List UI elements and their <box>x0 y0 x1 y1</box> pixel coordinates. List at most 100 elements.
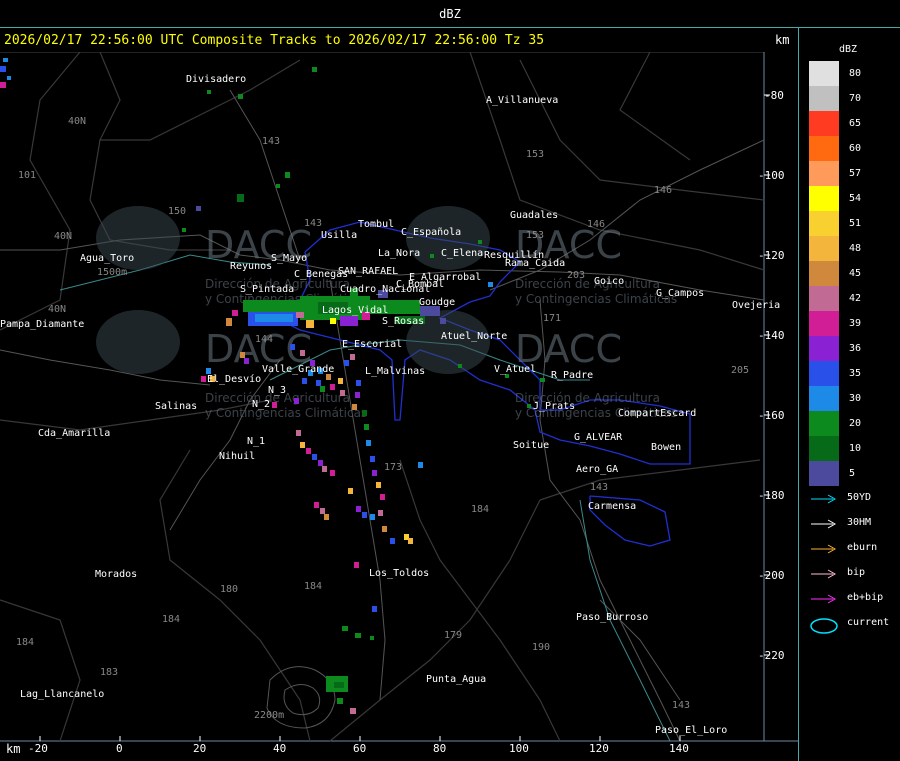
road-number: 1500m <box>97 267 127 278</box>
road-number: 190 <box>532 642 550 653</box>
place-label: Tombul <box>358 219 394 230</box>
road-number: 143 <box>590 482 608 493</box>
legend-track-label: 30HM <box>847 517 872 528</box>
place-label: Ovejeria <box>732 300 780 311</box>
storm-cell[interactable] <box>322 466 327 472</box>
storm-cell[interactable] <box>318 460 323 466</box>
storm-cell[interactable] <box>380 494 385 500</box>
place-label: SAN_RAFAEL <box>338 266 398 277</box>
legend-track-30hm[interactable]: 30HM <box>809 517 899 531</box>
storm-cell[interactable] <box>300 350 305 356</box>
place-label: CompartEscard <box>618 408 696 419</box>
storm-cell[interactable] <box>356 506 361 512</box>
place-label: Nihuil <box>219 451 255 462</box>
legend-current[interactable]: current <box>809 617 899 634</box>
radar-window: dBZ 2026/02/17 22:56:00 UTC Composite Tr… <box>0 0 900 761</box>
storm-cell[interactable] <box>302 378 307 384</box>
storm-cell[interactable] <box>362 512 367 518</box>
storm-cell[interactable] <box>352 404 357 410</box>
storm-cell[interactable] <box>272 402 277 408</box>
storm-cell[interactable] <box>300 442 305 448</box>
storm-cell[interactable] <box>354 562 359 568</box>
legend-swatch <box>809 286 839 311</box>
legend-swatch <box>809 236 839 261</box>
legend-label: 39 <box>849 318 862 329</box>
storm-cell[interactable] <box>330 384 335 390</box>
storm-cell[interactable] <box>330 470 335 476</box>
place-label: Pampa_Diamante <box>0 319 84 330</box>
place-label: Punta_Agua <box>426 674 486 685</box>
road-number: 40N <box>48 304 66 315</box>
window-title: dBZ <box>0 0 900 28</box>
place-label: Morados <box>95 569 137 580</box>
storm-cell[interactable] <box>356 380 361 386</box>
storm-cell[interactable] <box>408 538 413 544</box>
storm-cell[interactable] <box>320 386 325 392</box>
legend-track-eburn[interactable]: eburn <box>809 542 899 556</box>
y-tick: -180 <box>758 489 785 502</box>
storm-cell[interactable] <box>324 514 329 520</box>
storm-cell[interactable] <box>372 606 377 612</box>
storm-cell[interactable] <box>296 430 301 436</box>
storm-cell[interactable] <box>376 482 381 488</box>
legend-swatch <box>809 161 839 186</box>
storm-cell[interactable] <box>364 424 369 430</box>
storm-cell[interactable] <box>355 392 360 398</box>
storm-cell[interactable] <box>306 448 311 454</box>
legend-current-label: current <box>847 617 890 628</box>
place-label: S_Rosas <box>382 316 424 327</box>
storm-cell[interactable] <box>382 526 387 532</box>
x-tick: -20 <box>28 742 48 755</box>
storm-cell[interactable] <box>244 358 249 364</box>
storm-cell[interactable] <box>348 488 353 494</box>
legend-swatch <box>809 136 839 161</box>
legend-label: 65 <box>849 118 862 129</box>
x-tick: 140 <box>669 742 689 755</box>
storm-cell[interactable] <box>372 470 377 476</box>
x-tick: 40 <box>273 742 287 755</box>
storm-cell[interactable] <box>312 454 317 460</box>
storm-cell[interactable] <box>316 380 321 386</box>
storm-cell[interactable] <box>350 354 355 360</box>
legend-track-50yd[interactable]: 50YD <box>809 492 899 506</box>
storm-cell[interactable] <box>320 508 325 514</box>
storm-cell[interactable] <box>370 514 375 520</box>
storm-cell[interactable] <box>338 378 343 384</box>
legend-label: 36 <box>849 343 862 354</box>
storm-cell[interactable] <box>344 360 349 366</box>
legend-swatch <box>809 211 839 236</box>
place-label: E_Algarrobal <box>409 272 481 283</box>
road-number: 203 <box>567 270 585 281</box>
place-label: Goudge <box>419 297 455 308</box>
storm-cell[interactable] <box>390 538 395 544</box>
storm-cell[interactable] <box>370 456 375 462</box>
storm-cell[interactable] <box>240 352 245 358</box>
legend-track-ebbip[interactable]: eb+bip <box>809 592 899 606</box>
place-label: Valle_Grande <box>262 364 334 375</box>
legend-label: 10 <box>849 443 862 454</box>
storm-cell[interactable] <box>201 376 206 382</box>
place-label: Lag_Llancanelo <box>20 689 104 700</box>
x-tick: 100 <box>509 742 529 755</box>
storm-cell[interactable] <box>378 510 383 516</box>
storm-cell[interactable] <box>314 502 319 508</box>
legend-swatch <box>809 186 839 211</box>
legend-swatch <box>809 111 839 136</box>
place-label: Guadales <box>510 210 558 221</box>
storm-cell[interactable] <box>290 344 295 350</box>
radar-map[interactable]: DACC DACC DACC DACC Dirección de Agricul… <box>0 52 798 742</box>
place-label: Cuadro_Nacional <box>340 284 430 295</box>
storm-cell[interactable] <box>418 462 423 468</box>
legend-label: 54 <box>849 193 862 204</box>
storm-cell[interactable] <box>362 410 367 416</box>
storm-cell[interactable] <box>294 398 299 404</box>
road-number: 146 <box>587 219 605 230</box>
place-label: Paso_Burroso <box>576 612 648 623</box>
storm-cell[interactable] <box>366 440 371 446</box>
road-number: 146 <box>654 185 672 196</box>
storm-cell[interactable] <box>340 390 345 396</box>
road-number: 101 <box>18 170 36 181</box>
legend-swatch <box>809 361 839 386</box>
watermark-line2: y Contingencias Climáticas <box>515 292 677 306</box>
legend-track-bip[interactable]: bip <box>809 567 899 581</box>
